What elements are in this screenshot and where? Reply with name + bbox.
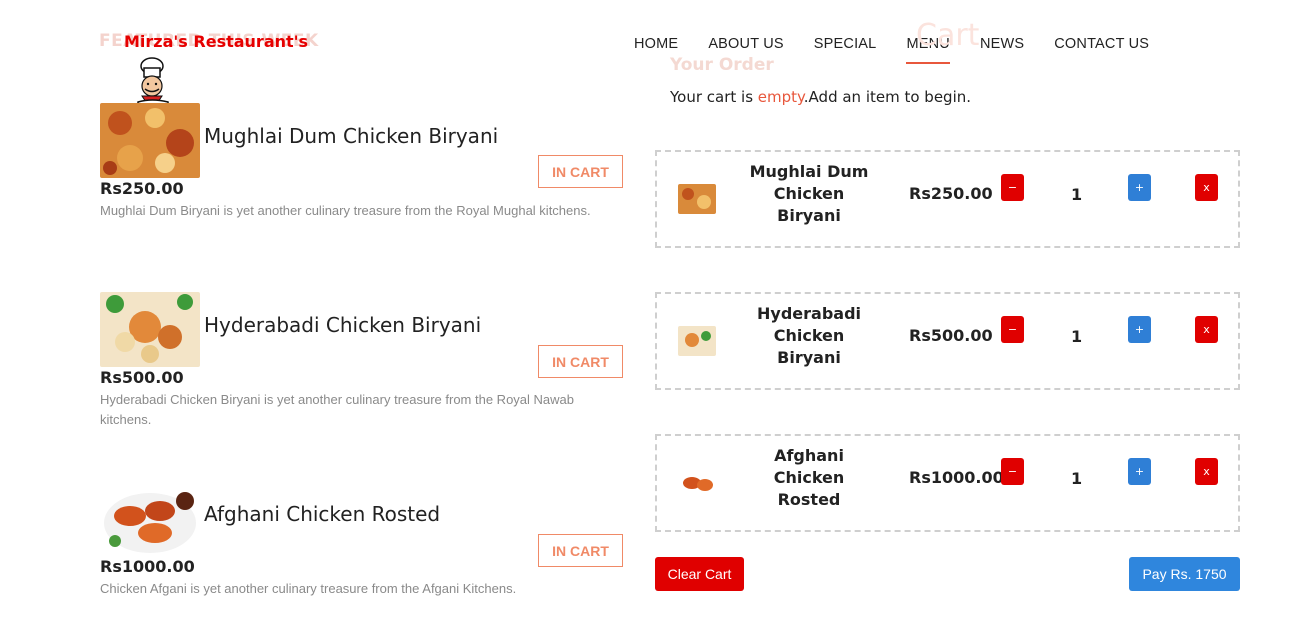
menu-item-description: Chicken Afgani is yet another culinary t…	[100, 581, 517, 596]
decrease-quantity-button[interactable]: −	[1001, 316, 1024, 343]
menu-item-image	[100, 481, 200, 556]
cart-item-thumbnail	[678, 468, 716, 498]
cart-item-price: Rs500.00	[909, 326, 993, 345]
cart-heading: Cart	[916, 18, 980, 53]
cart-empty-highlight: empty	[757, 88, 804, 106]
menu-item-title: Hyderabadi Chicken Biryani	[204, 313, 482, 337]
cart-item-price: Rs1000.00	[909, 468, 1004, 487]
nav-contact-us[interactable]: CONTACT US	[1054, 36, 1149, 64]
cart-item-thumbnail	[678, 184, 716, 214]
cart-item-quantity: 1	[1071, 185, 1083, 204]
cart-item-quantity: 1	[1071, 327, 1083, 346]
biryani-image-icon	[100, 103, 200, 178]
decrease-quantity-button[interactable]: −	[1001, 174, 1024, 201]
chicken-image-icon	[100, 481, 200, 556]
remove-item-button[interactable]: x	[1195, 316, 1218, 343]
increase-quantity-button[interactable]: +	[1128, 458, 1151, 485]
increase-quantity-button[interactable]: +	[1128, 316, 1151, 343]
nav-news[interactable]: NEWS	[980, 36, 1024, 64]
remove-item-button[interactable]: x	[1195, 458, 1218, 485]
menu-item-price: Rs250.00	[100, 179, 184, 198]
menu-item-description: Hyderabadi Chicken Biryani is yet anothe…	[100, 392, 574, 427]
menu-item-price: Rs500.00	[100, 368, 184, 387]
cart-row: Mughlai Dum Chicken Biryani Rs250.00 − 1 +…	[655, 150, 1240, 248]
cart-item-thumbnail	[678, 326, 716, 356]
in-cart-button[interactable]: IN CART	[538, 155, 623, 188]
cart-item-name: Afghani Chicken Rosted	[773, 446, 845, 509]
menu-item-image	[100, 292, 200, 367]
in-cart-button[interactable]: IN CART	[538, 345, 623, 378]
biryani-image-icon	[100, 292, 200, 367]
cart-item-name: Mughlai Dum Chicken Biryani	[749, 162, 869, 225]
cart-item-quantity: 1	[1071, 469, 1083, 488]
remove-item-button[interactable]: x	[1195, 174, 1218, 201]
nav-special[interactable]: SPECIAL	[814, 36, 877, 64]
menu-item-description: Mughlai Dum Biryani is yet another culin…	[100, 203, 591, 218]
menu-item-title: Mughlai Dum Chicken Biryani	[204, 124, 499, 148]
clear-cart-button[interactable]: Clear Cart	[655, 557, 744, 591]
pay-button[interactable]: Pay Rs. 1750	[1129, 557, 1240, 591]
cart-item-name: Hyderabadi Chicken Biryani	[757, 304, 861, 367]
cart-status-message: Your cart is empty.Add an item to begin.	[670, 88, 972, 106]
menu-item-image	[100, 103, 200, 178]
cart-item-price: Rs250.00	[909, 184, 993, 203]
restaurant-logo-text[interactable]: Mirza's Restaurant's	[124, 32, 308, 51]
decrease-quantity-button[interactable]: −	[1001, 458, 1024, 485]
increase-quantity-button[interactable]: +	[1128, 174, 1151, 201]
menu-item-title: Afghani Chicken Rosted	[204, 502, 441, 526]
menu-item-price: Rs1000.00	[100, 557, 195, 576]
your-order-heading: Your Order	[670, 55, 774, 75]
cart-row: Afghani Chicken Rosted Rs1000.00 − 1 + x	[655, 434, 1240, 532]
in-cart-button[interactable]: IN CART	[538, 534, 623, 567]
cart-row: Hyderabadi Chicken Biryani Rs500.00 − 1 + …	[655, 292, 1240, 390]
